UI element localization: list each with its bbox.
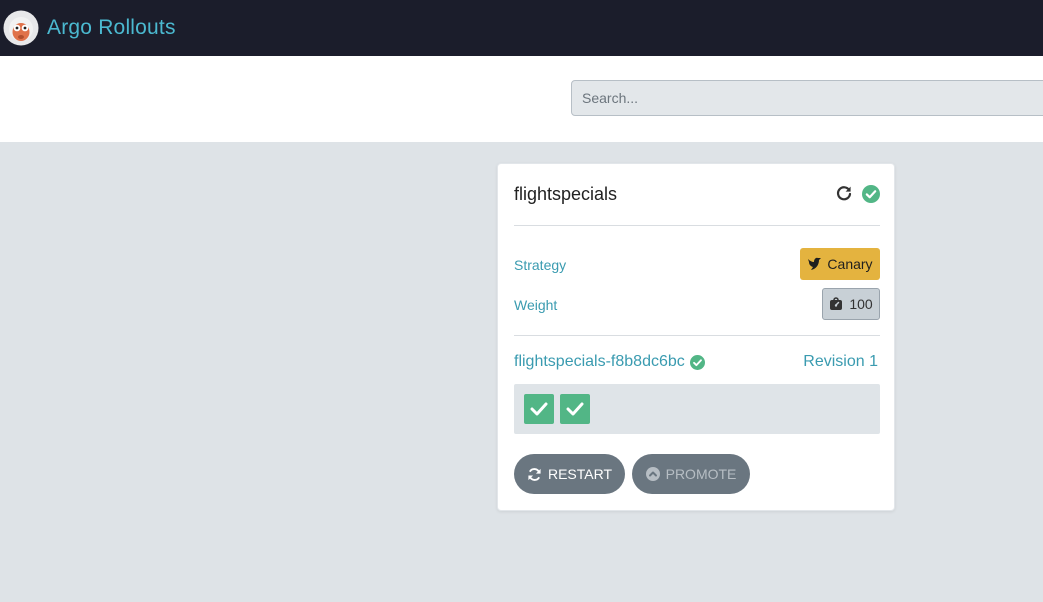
strategy-label: Strategy <box>514 257 567 273</box>
pod-status[interactable] <box>524 394 554 424</box>
weight-value: 100 <box>849 296 873 312</box>
healthy-status-icon <box>689 354 705 370</box>
healthy-status-icon <box>862 185 880 203</box>
card-divider <box>514 335 880 336</box>
refresh-icon[interactable] <box>836 185 852 201</box>
filter-bar <box>0 56 1043 142</box>
strategy-value: Canary <box>827 256 873 272</box>
app-title[interactable]: Argo Rollouts <box>47 16 176 40</box>
weight-badge: 100 <box>822 288 880 320</box>
revision-label: Revision 1 <box>803 353 878 370</box>
pods-container <box>514 384 880 434</box>
rollout-card[interactable]: flightspecials Strategy Canary Weight 10… <box>497 163 895 511</box>
promote-button[interactable]: PROMOTE <box>632 454 750 494</box>
check-icon <box>530 402 548 416</box>
replicaset-name-label: flightspecials-f8b8dc6bc <box>514 353 685 370</box>
search-input[interactable] <box>571 80 1043 116</box>
canary-bird-icon <box>808 257 822 270</box>
rollout-name: flightspecials <box>514 184 618 204</box>
argo-mascot-icon[interactable] <box>3 10 39 46</box>
pod-status[interactable] <box>560 394 590 424</box>
sync-icon <box>528 467 541 481</box>
promote-label: PROMOTE <box>665 466 737 482</box>
replicaset-name[interactable]: flightspecials-f8b8dc6bc <box>514 353 705 371</box>
restart-button[interactable]: RESTART <box>514 454 625 494</box>
weight-icon <box>830 297 843 310</box>
chevron-up-circle-icon <box>645 467 660 481</box>
top-nav-bar: Argo Rollouts <box>0 0 1043 56</box>
weight-label: Weight <box>514 297 558 313</box>
restart-label: RESTART <box>547 466 613 482</box>
check-icon <box>566 402 584 416</box>
strategy-badge: Canary <box>800 248 880 280</box>
card-divider <box>514 225 880 226</box>
